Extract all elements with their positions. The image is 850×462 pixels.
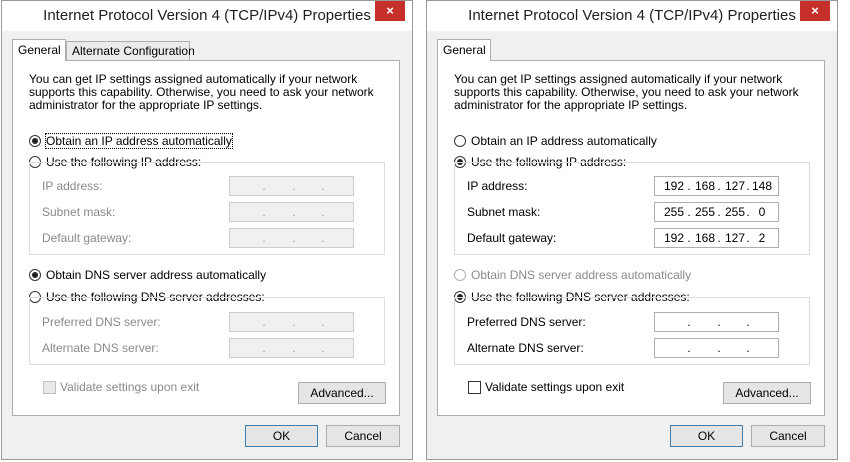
- ip-address-group: IP address: ... Subnet mask: ... Default…: [29, 162, 385, 255]
- ip-address-label: IP address:: [42, 179, 103, 193]
- default-gateway-label: Default gateway:: [42, 231, 132, 245]
- ip-auto-label: Obtain an IP address automatically: [45, 133, 233, 149]
- close-icon: ×: [386, 3, 394, 18]
- ip-address-field[interactable]: ...: [229, 176, 354, 196]
- ip-address-label: IP address:: [467, 179, 528, 193]
- ip-address-field[interactable]: 192. 168. 127. 148: [654, 176, 779, 196]
- dns-group: Preferred DNS server: ... Alternate DNS …: [454, 297, 810, 365]
- dialog-title: Internet Protocol Version 4 (TCP/IPv4) P…: [468, 7, 796, 24]
- intro-text: You can get IP settings assigned automat…: [454, 72, 799, 112]
- dialog-title: Internet Protocol Version 4 (TCP/IPv4) P…: [43, 7, 371, 24]
- radio-button[interactable]: [454, 135, 466, 147]
- alternate-dns-label: Alternate DNS server:: [467, 341, 584, 355]
- advanced-button[interactable]: Advanced...: [298, 382, 386, 404]
- radio-button[interactable]: [454, 269, 466, 281]
- default-gateway-label: Default gateway:: [467, 231, 557, 245]
- ip-address-group: IP address: 192. 168. 127. 148 Subnet ma…: [454, 162, 810, 255]
- preferred-dns-label: Preferred DNS server:: [467, 315, 586, 329]
- subnet-mask-field[interactable]: ...: [229, 202, 354, 222]
- preferred-dns-field[interactable]: ...: [654, 312, 779, 332]
- subnet-mask-label: Subnet mask:: [467, 205, 541, 219]
- alternate-dns-label: Alternate DNS server:: [42, 341, 159, 355]
- validate-label: Validate settings upon exit: [485, 380, 625, 394]
- tab-alternate-configuration[interactable]: Alternate Configuration: [66, 41, 195, 60]
- general-panel: You can get IP settings assigned automat…: [12, 60, 400, 416]
- validate-label: Validate settings upon exit: [60, 380, 200, 394]
- advanced-button[interactable]: Advanced...: [723, 382, 811, 404]
- validate-checkbox[interactable]: [468, 381, 481, 394]
- radio-button[interactable]: [29, 135, 41, 147]
- preferred-dns-label: Preferred DNS server:: [42, 315, 161, 329]
- default-gateway-field[interactable]: 192. 168. 127. 2: [654, 228, 779, 248]
- tab-general[interactable]: General: [437, 39, 491, 61]
- alternate-dns-field[interactable]: ...: [229, 338, 354, 358]
- general-panel: You can get IP settings assigned automat…: [437, 60, 825, 416]
- validate-checkbox[interactable]: [43, 381, 56, 394]
- alternate-dns-field[interactable]: ...: [654, 338, 779, 358]
- dns-auto-label: Obtain DNS server address automatically: [46, 268, 267, 282]
- intro-text: You can get IP settings assigned automat…: [29, 72, 374, 112]
- subnet-mask-field[interactable]: 255. 255. 255. 0: [654, 202, 779, 222]
- tcpipv4-properties-dialog: Internet Protocol Version 4 (TCP/IPv4) P…: [426, 0, 838, 460]
- subnet-mask-label: Subnet mask:: [42, 205, 116, 219]
- title-bar: Internet Protocol Version 4 (TCP/IPv4) P…: [2, 1, 412, 31]
- tcpipv4-properties-dialog: Internet Protocol Version 4 (TCP/IPv4) P…: [1, 0, 413, 460]
- dns-group: Preferred DNS server: ... Alternate DNS …: [29, 297, 385, 365]
- preferred-dns-field[interactable]: ...: [229, 312, 354, 332]
- ok-button[interactable]: OK: [245, 425, 318, 447]
- close-icon: ×: [811, 3, 819, 18]
- title-bar: Internet Protocol Version 4 (TCP/IPv4) P…: [427, 1, 837, 31]
- cancel-button[interactable]: Cancel: [326, 425, 400, 447]
- radio-button[interactable]: [29, 269, 41, 281]
- ip-auto-label: Obtain an IP address automatically: [471, 134, 657, 148]
- tab-general[interactable]: General: [12, 39, 66, 61]
- close-button[interactable]: ×: [375, 1, 405, 21]
- dns-auto-label: Obtain DNS server address automatically: [471, 268, 692, 282]
- default-gateway-field[interactable]: ...: [229, 228, 354, 248]
- close-button[interactable]: ×: [800, 1, 830, 21]
- cancel-button[interactable]: Cancel: [751, 425, 825, 447]
- ok-button[interactable]: OK: [670, 425, 743, 447]
